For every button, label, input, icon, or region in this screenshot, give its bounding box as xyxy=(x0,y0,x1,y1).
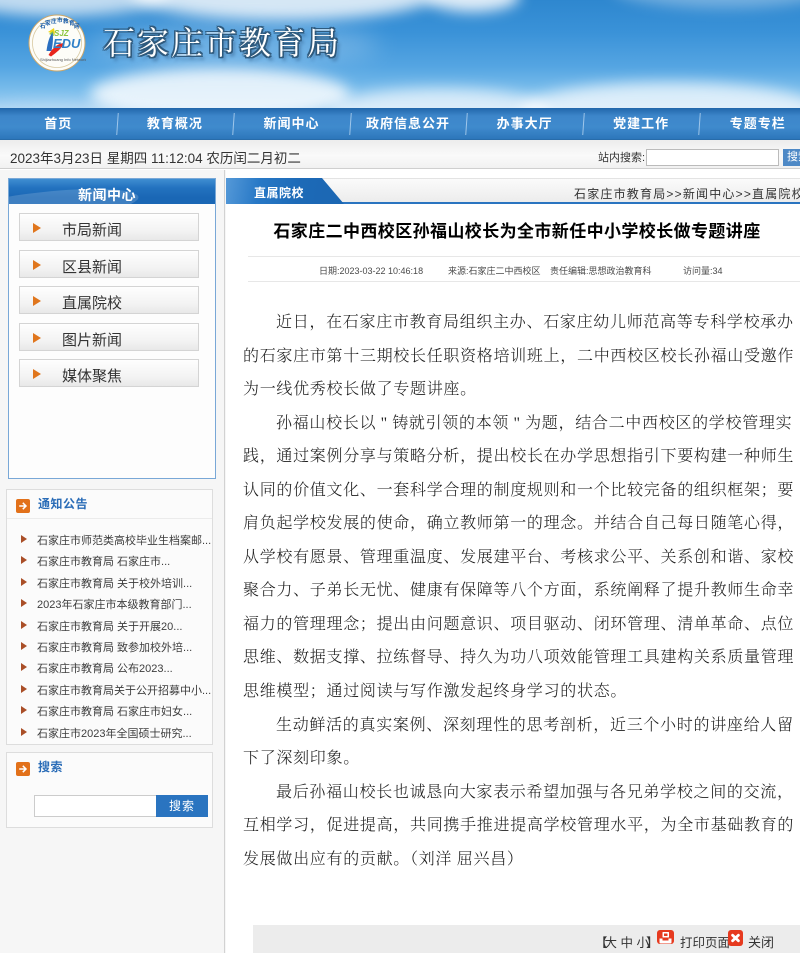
svg-text:EDU: EDU xyxy=(53,36,81,51)
svg-text:Shijiazhuang Info Network: Shijiazhuang Info Network xyxy=(40,57,86,62)
